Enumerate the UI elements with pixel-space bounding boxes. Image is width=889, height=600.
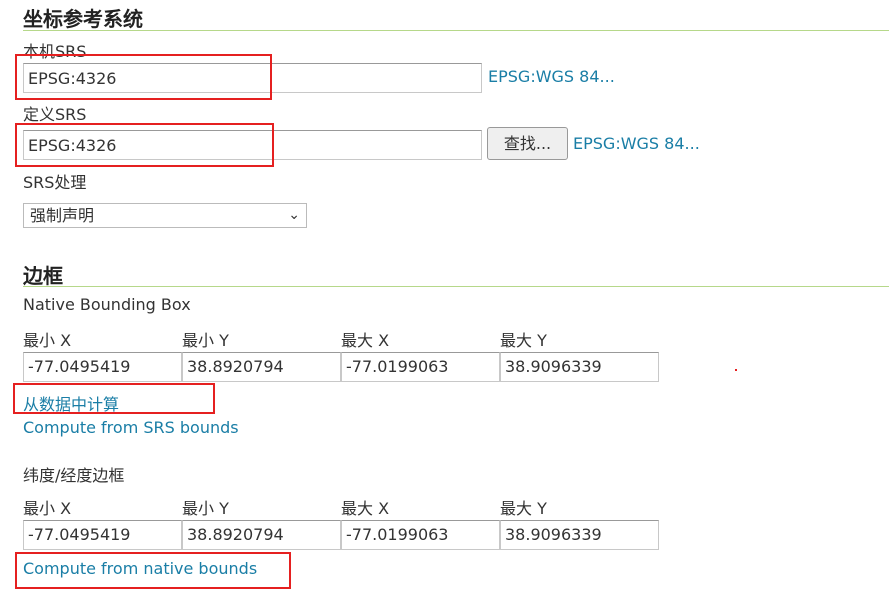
bbox-heading: 边框	[23, 264, 63, 288]
chevron-down-icon: ⌄	[288, 207, 300, 223]
crs-heading: 坐标参考系统	[23, 7, 143, 31]
native-miny-label: 最小 Y	[182, 331, 229, 350]
native-srs-label: 本机SRS	[23, 42, 87, 61]
divider	[23, 30, 889, 31]
native-srs-input[interactable]	[23, 63, 482, 93]
native-minx-label: 最小 X	[23, 331, 72, 350]
find-button[interactable]: 查找...	[487, 127, 568, 160]
srs-handling-value: 强制声明	[30, 206, 95, 225]
srs-handling-select[interactable]: 强制声明 ⌄	[23, 203, 307, 228]
native-maxy-input[interactable]: 38.9096339	[500, 352, 659, 382]
native-srs-link[interactable]: EPSG:WGS 84...	[488, 67, 615, 86]
native-minx-input[interactable]: -77.0495419	[23, 352, 182, 382]
native-maxx-label: 最大 X	[341, 331, 390, 350]
declared-srs-link[interactable]: EPSG:WGS 84...	[573, 134, 700, 153]
compute-from-native-link[interactable]: Compute from native bounds	[23, 559, 257, 578]
srs-handling-label: SRS处理	[23, 173, 87, 192]
compute-from-srs-link[interactable]: Compute from SRS bounds	[23, 418, 239, 437]
latlon-bbox-title: 纬度/经度边框	[23, 466, 125, 485]
native-miny-input[interactable]: 38.8920794	[182, 352, 341, 382]
declared-srs-label: 定义SRS	[23, 105, 87, 124]
divider	[23, 286, 889, 287]
latlon-miny-label: 最小 Y	[182, 499, 229, 518]
latlon-maxx-label: 最大 X	[341, 499, 390, 518]
native-maxy-label: 最大 Y	[500, 331, 547, 350]
native-bbox-title: Native Bounding Box	[23, 295, 191, 314]
latlon-maxy-label: 最大 Y	[500, 499, 547, 518]
latlon-maxy-input[interactable]: 38.9096339	[500, 520, 659, 550]
latlon-minx-input[interactable]: -77.0495419	[23, 520, 182, 550]
latlon-maxx-input[interactable]: -77.0199063	[341, 520, 500, 550]
compute-from-data-link[interactable]: 从数据中计算	[23, 391, 119, 415]
red-dot	[735, 369, 737, 371]
latlon-miny-input[interactable]: 38.8920794	[182, 520, 341, 550]
latlon-minx-label: 最小 X	[23, 499, 72, 518]
declared-srs-input[interactable]	[23, 130, 482, 160]
native-maxx-input[interactable]: -77.0199063	[341, 352, 500, 382]
